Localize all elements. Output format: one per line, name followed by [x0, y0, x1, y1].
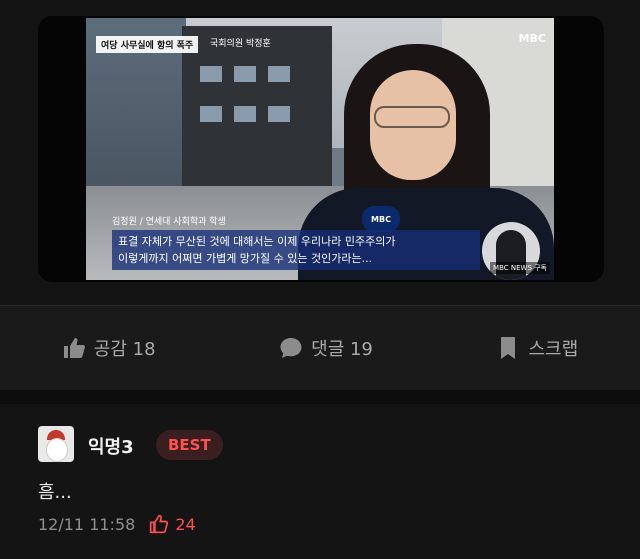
office-sign: 국회의원 박정훈 [210, 39, 271, 49]
video-card[interactable]: MBC 여당 사무실에 항의 폭주 국회의원 박정훈 MBC 김정원 / 연세대… [38, 16, 604, 282]
glasses [374, 106, 450, 128]
avatar[interactable] [38, 426, 74, 462]
scene-office-building [182, 26, 332, 186]
subtitle-box: 표결 자체가 무산된 것에 대해서는 이제 우리나라 민주주의가 이렇게까지 어… [112, 230, 480, 270]
comment-like-count: 24 [175, 514, 196, 534]
scrap-button[interactable]: 스크랩 [496, 335, 578, 361]
subtitle-line: 표결 자체가 무산된 것에 대해서는 이제 우리나라 민주주의가 [118, 235, 396, 248]
comment-label: 댓글 19 [311, 339, 373, 360]
subscribe-badge: MBC NEWS 구독 [490, 262, 550, 274]
microphone: MBC [362, 206, 400, 232]
comment-username[interactable]: 익명3 [88, 433, 134, 459]
comment-text: 흠... [38, 482, 72, 503]
section-separator [0, 390, 640, 404]
speech-bubble-icon [280, 338, 302, 358]
video-thumbnail[interactable]: MBC 여당 사무실에 항의 폭주 국회의원 박정훈 MBC 김정원 / 연세대… [86, 18, 554, 280]
like-label: 공감 18 [93, 339, 156, 360]
action-bar: 공감 18 댓글 19 스크랩 [0, 306, 640, 390]
broadcaster-logo: MBC [518, 32, 546, 45]
comment-meta: 12/11 11:58 24 [38, 514, 196, 534]
comment-button[interactable]: 댓글 19 [279, 335, 373, 361]
interviewee-name: 김정원 / 연세대 사회학과 학생 [112, 217, 226, 227]
topic-caption: 여당 사무실에 항의 폭주 [96, 36, 199, 53]
avatar-face [46, 438, 68, 462]
subtitle-line: 이렇게까지 어쩌면 가볍게 망가질 수 있는 것인가라는... [118, 252, 373, 265]
scrap-label: 스크랩 [528, 339, 579, 360]
bookmark-icon [501, 337, 516, 359]
thumbs-up-outline-icon [150, 514, 169, 534]
comment-like-button[interactable]: 24 [149, 514, 196, 534]
like-button[interactable]: 공감 18 [62, 335, 156, 361]
best-badge: BEST [156, 430, 223, 460]
thumbs-up-icon [63, 338, 85, 358]
comment-timestamp: 12/11 11:58 [38, 514, 136, 534]
